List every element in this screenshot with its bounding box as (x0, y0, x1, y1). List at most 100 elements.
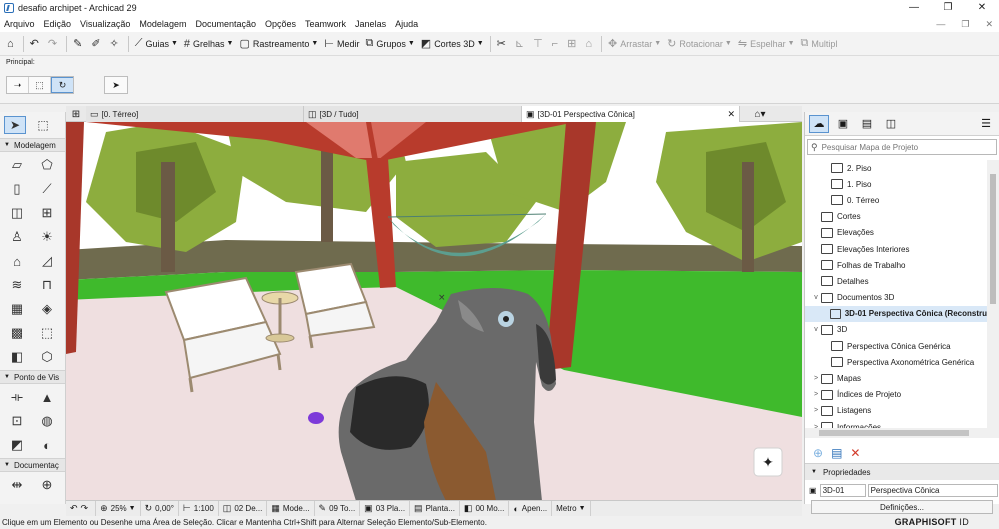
inject-button[interactable]: ✐ (88, 34, 106, 54)
chevron-right-icon[interactable]: > (811, 375, 821, 382)
redo-button[interactable]: ↷ (45, 34, 63, 54)
tree-item[interactable]: > Listagens (805, 403, 987, 419)
arrow-tool-button[interactable]: ➤ (105, 77, 127, 93)
level-dimension-tool[interactable]: ⊕ (34, 474, 60, 496)
scale-control[interactable]: ⊢ 1:100 (179, 501, 219, 516)
intersect-button[interactable]: ⊾ (512, 34, 530, 54)
column-tool[interactable]: ▯ (4, 178, 30, 200)
menu-ajuda[interactable]: Ajuda (395, 19, 418, 29)
close-icon[interactable]: ✕ (727, 109, 735, 120)
maximize-button[interactable]: ❐ (931, 0, 965, 16)
view-id-field[interactable]: 3D-01 (819, 483, 866, 497)
shell-tool[interactable]: ◿ (34, 250, 60, 272)
add-view-icon[interactable]: ⊕ (813, 446, 823, 460)
arrastar-button[interactable]: ✥ Arrastar ▼ (605, 34, 664, 54)
view-name-field[interactable]: Perspectiva Cônica (867, 483, 998, 497)
grelhas-button[interactable]: # Grelhas ▼ (181, 34, 237, 54)
tab-3d-perspective[interactable]: ▣ [3D-01 Perspectiva Cônica] ✕ (522, 106, 740, 122)
door-tool[interactable]: ◫ (4, 202, 30, 224)
doc-minimize-button[interactable]: — (936, 16, 945, 32)
scrollbar-thumb[interactable] (819, 430, 969, 436)
morph-tool[interactable]: ⬚ (34, 322, 60, 344)
tree-vertical-scrollbar[interactable] (987, 160, 999, 438)
partial-structure-control[interactable]: ◐ Apen... (509, 501, 553, 516)
explode-button[interactable]: ⌂ (582, 34, 598, 54)
tab-floor-plan[interactable]: ▭ [0. Térreo] (86, 106, 304, 122)
scrollbar-thumb[interactable] (990, 174, 996, 304)
select-point-button[interactable]: ➝ (7, 77, 29, 93)
object-tool[interactable]: ♙ (4, 226, 30, 248)
pick-up-button[interactable]: ✎ (70, 34, 88, 54)
project-map-tab[interactable]: ☁ (809, 114, 829, 133)
renovation-filter-control[interactable]: ▤ Planta... (410, 501, 460, 516)
select-rotate-button[interactable]: ↻ (51, 77, 73, 93)
trim-button[interactable]: ✂ (494, 34, 512, 54)
properties-header[interactable]: ▼ Propriedades (805, 464, 999, 480)
fillet-button[interactable]: ⌐ (549, 34, 564, 54)
toolbox-section-ponto-de-vista[interactable]: ▼ Ponto de Vis (0, 370, 65, 384)
layout-book-tab[interactable]: ▤ (857, 115, 877, 133)
adjust-button[interactable]: ⊤ (530, 34, 549, 54)
detail-tool[interactable]: ◩ (4, 434, 30, 456)
publisher-tab[interactable]: ◫ (881, 115, 901, 133)
menu-modelagem[interactable]: Modelagem (139, 19, 186, 29)
tree-item[interactable]: > Mapas (805, 370, 987, 386)
tab-overview-button[interactable]: ⊞ (66, 106, 86, 122)
mesh-tool[interactable]: ◈ (34, 298, 60, 320)
3d-viewport[interactable]: ✦ × (66, 122, 802, 501)
skylight-tool[interactable]: ◧ (4, 346, 30, 368)
guias-button[interactable]: ⟋ Guias ▼ (132, 34, 181, 54)
beam-tool[interactable]: ⟋ (34, 178, 60, 200)
tree-item[interactable]: Elevações (805, 225, 987, 241)
structural-display-control[interactable]: ◧ 00 Mo... (460, 501, 510, 516)
rotation-control[interactable]: ↻ 0,00° (141, 501, 179, 516)
elevation-tool[interactable]: ▲ (34, 386, 60, 408)
section-tool[interactable]: ⟛ (4, 386, 30, 408)
stair-tool[interactable]: ≋ (4, 274, 30, 296)
marquee-tool[interactable]: ⬚ (32, 116, 54, 134)
lamp-tool[interactable]: ☀ (34, 226, 60, 248)
change-tool[interactable]: ◐ (34, 434, 60, 456)
tree-item[interactable]: Detalhes (805, 273, 987, 289)
graphic-override-control[interactable]: ▣ 03 Pla... (360, 501, 411, 516)
layer-combination-control[interactable]: ◫ 02 De... (219, 501, 268, 516)
interior-elevation-tool[interactable]: ⊡ (4, 410, 30, 432)
zoom-control[interactable]: ⊕ 25% ▼ (96, 501, 141, 516)
select-area-button[interactable]: ⬚ (29, 77, 51, 93)
menu-teamwork[interactable]: Teamwork (305, 19, 346, 29)
tree-item[interactable]: Elevações Interiores (805, 241, 987, 257)
graphisoft-id-logo[interactable]: GRAPHISOFT ID (895, 517, 969, 527)
definitions-button[interactable]: Definições... (811, 500, 993, 514)
arrow-tool[interactable]: ➤ (4, 116, 26, 134)
tree-item[interactable]: 0. Térreo (805, 192, 987, 208)
roof-tool[interactable]: ⌂ (4, 250, 30, 272)
model-view-control[interactable]: ▦ Mode... (267, 501, 315, 516)
menu-janelas[interactable]: Janelas (355, 19, 386, 29)
tree-item[interactable]: Folhas de Trabalho (805, 257, 987, 273)
navigator-menu-icon[interactable]: ☰ (981, 117, 991, 130)
toolbox-section-modelagem[interactable]: ▼ Modelagem (0, 138, 65, 152)
close-button[interactable]: ✕ (965, 0, 999, 16)
unit-control[interactable]: Metro ▼ (552, 501, 591, 516)
wall-tool[interactable]: ▱ (4, 154, 30, 176)
toolbox-section-documentacao[interactable]: ▼ Documentaç (0, 458, 65, 472)
menu-visualizacao[interactable]: Visualização (80, 19, 130, 29)
menu-arquivo[interactable]: Arquivo (4, 19, 35, 29)
opening-tool[interactable]: ⬡ (34, 346, 60, 368)
dimension-tool[interactable]: ⇹ (4, 474, 30, 496)
worksheet-tool[interactable]: ◍ (34, 410, 60, 432)
chevron-down-icon[interactable]: v (811, 294, 821, 301)
tree-item[interactable]: v Documentos 3D (805, 290, 987, 306)
tab-list-button[interactable]: ⌂▾ (740, 106, 780, 122)
split-button[interactable]: ⊞ (564, 34, 582, 54)
tab-3d-all[interactable]: ◫ [3D / Tudo] (304, 106, 522, 122)
doc-restore-button[interactable]: ❐ (961, 16, 969, 32)
menu-opcoes[interactable]: Opções (265, 19, 296, 29)
home-button[interactable]: ⌂ (4, 34, 20, 54)
cortes3d-button[interactable]: ◩ Cortes 3D ▼ (418, 34, 487, 54)
rotacionar-button[interactable]: ↻ Rotacionar ▼ (664, 34, 735, 54)
curtain-wall-tool[interactable]: ▦ (4, 298, 30, 320)
multiplicar-button[interactable]: ⧉ Multipl (798, 34, 841, 54)
chevron-right-icon[interactable]: > (811, 391, 821, 398)
tree-item[interactable]: 1. Piso (805, 176, 987, 192)
